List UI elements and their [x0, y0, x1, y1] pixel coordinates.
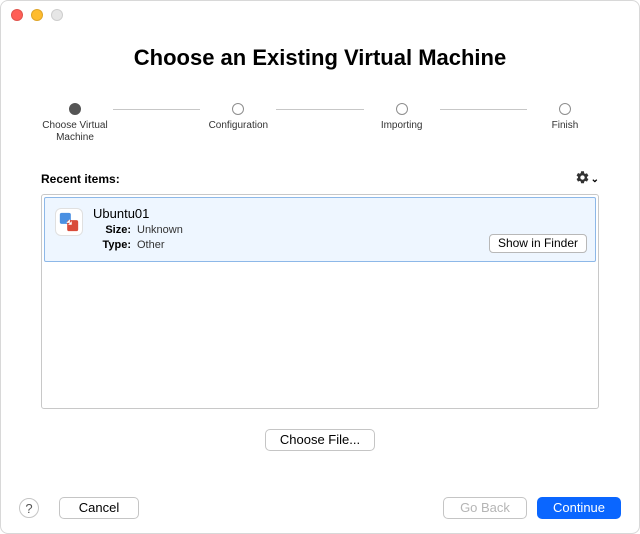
recent-items-header: Recent items: ⌄	[1, 170, 639, 188]
step-connector	[113, 109, 200, 110]
recent-item-size-value: Unknown	[137, 224, 183, 236]
recent-item[interactable]: Ubuntu01 Size: Unknown Type: Other Show …	[44, 197, 596, 262]
step-finish: Finish	[527, 103, 603, 132]
step-label: Choose Virtual Machine	[42, 120, 107, 144]
step-label: Finish	[552, 120, 579, 132]
window-minimize-button[interactable]	[31, 9, 43, 21]
step-dot-icon	[69, 103, 81, 115]
show-in-finder-button[interactable]: Show in Finder	[489, 234, 587, 253]
step-importing: Importing	[364, 103, 440, 132]
recent-item-type-value: Other	[137, 239, 165, 251]
step-connector	[276, 109, 363, 110]
recent-item-size-label: Size:	[93, 224, 131, 236]
recent-items-label: Recent items:	[41, 172, 120, 186]
titlebar	[1, 1, 639, 29]
dialog-window: Choose an Existing Virtual Machine Choos…	[0, 0, 640, 534]
chevron-down-icon: ⌄	[591, 174, 599, 185]
cancel-button[interactable]: Cancel	[59, 497, 139, 519]
help-button[interactable]: ?	[19, 498, 39, 518]
choose-file-row: Choose File...	[1, 429, 639, 451]
dialog-footer: ? Cancel Go Back Continue	[1, 497, 639, 519]
choose-file-button[interactable]: Choose File...	[265, 429, 375, 451]
recent-items-options-button[interactable]: ⌄	[575, 170, 599, 188]
step-choose-vm: Choose Virtual Machine	[37, 103, 113, 144]
step-dot-icon	[232, 103, 244, 115]
window-zoom-button	[51, 9, 63, 21]
go-back-button: Go Back	[443, 497, 527, 519]
recent-item-name: Ubuntu01	[93, 206, 585, 221]
wizard-stepper: Choose Virtual Machine Configuration Imp…	[1, 103, 639, 144]
step-dot-icon	[559, 103, 571, 115]
window-close-button[interactable]	[11, 9, 23, 21]
step-label: Configuration	[209, 120, 268, 132]
continue-button[interactable]: Continue	[537, 497, 621, 519]
gear-icon	[575, 170, 590, 188]
page-title: Choose an Existing Virtual Machine	[1, 45, 639, 71]
recent-items-list[interactable]: Ubuntu01 Size: Unknown Type: Other Show …	[41, 194, 599, 409]
step-dot-icon	[396, 103, 408, 115]
vm-file-icon	[55, 208, 83, 236]
help-icon: ?	[25, 501, 32, 516]
step-configuration: Configuration	[200, 103, 276, 132]
step-connector	[440, 109, 527, 110]
step-label: Importing	[381, 120, 423, 132]
recent-item-type-label: Type:	[93, 239, 131, 251]
